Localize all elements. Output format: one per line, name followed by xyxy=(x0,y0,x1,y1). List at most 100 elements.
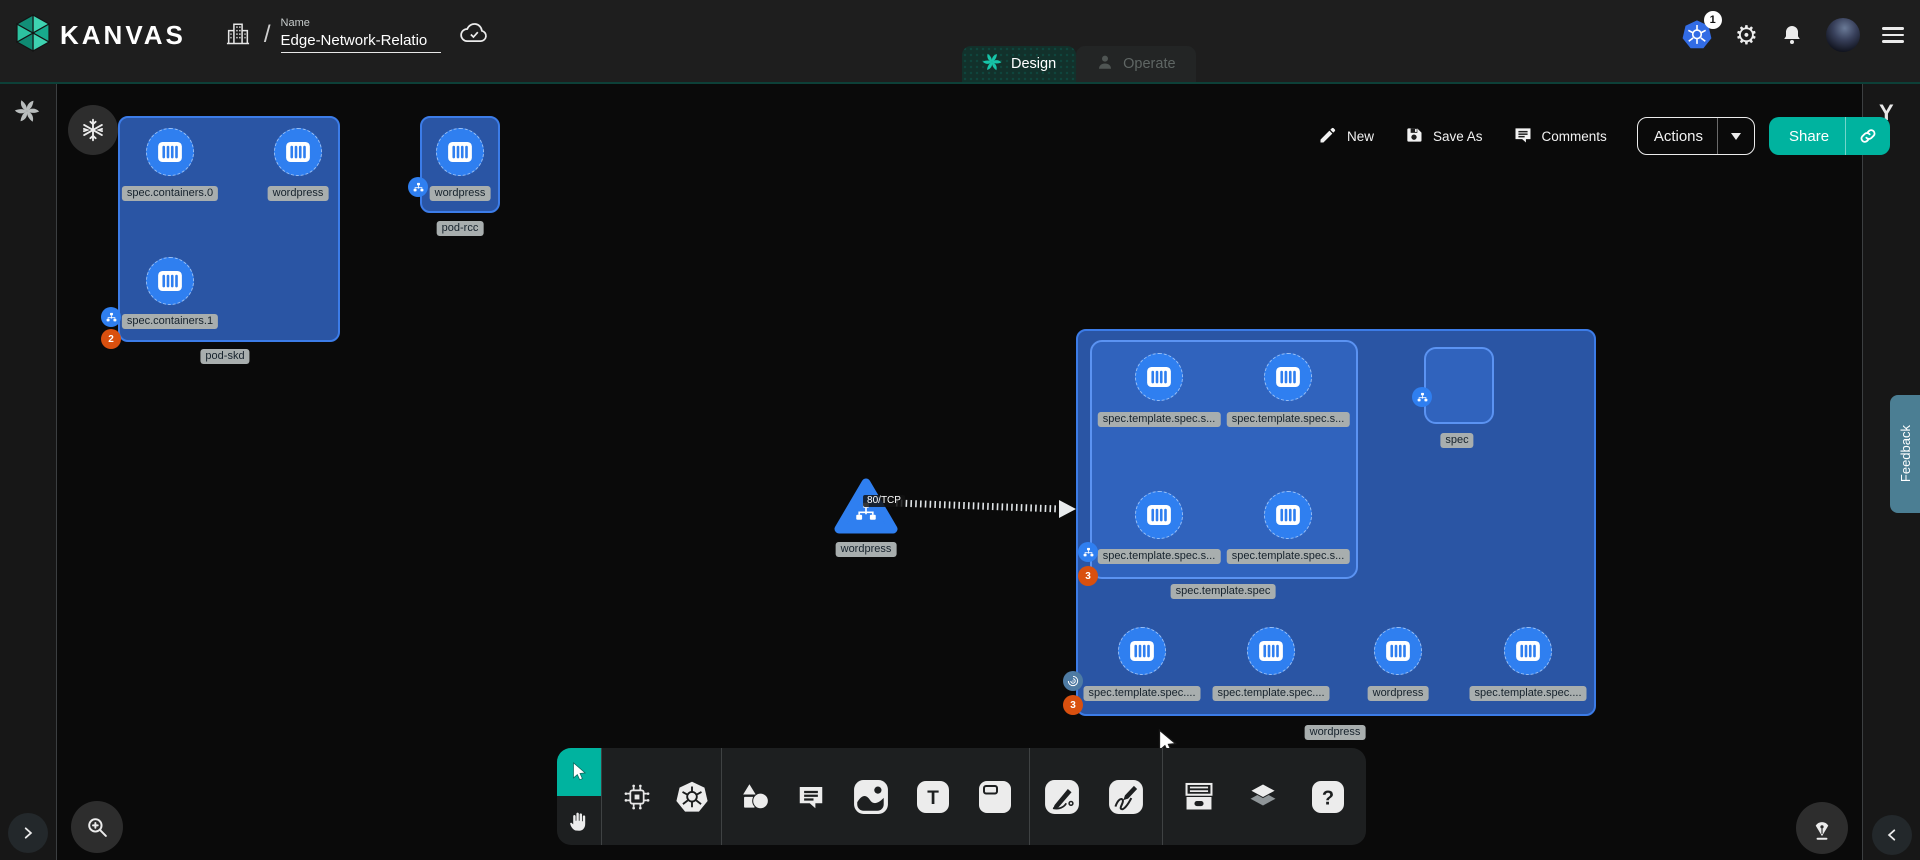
bottom-toolbar: T xyxy=(557,748,1366,845)
node-label: spec.containers.1 xyxy=(122,314,218,329)
container-node[interactable] xyxy=(146,257,194,305)
container-node[interactable] xyxy=(1264,491,1312,539)
share-button[interactable]: Share xyxy=(1769,117,1890,155)
group-label: spec.template.spec xyxy=(1171,584,1276,599)
name-field-label: Name xyxy=(281,17,441,30)
menu-hamburger-icon[interactable] xyxy=(1882,27,1904,43)
comments-button[interactable]: Comments xyxy=(1513,125,1607,148)
collapse-right-panel-button[interactable] xyxy=(1872,815,1912,855)
notifications-bell-icon[interactable] xyxy=(1780,22,1804,48)
count-badge: 2 xyxy=(101,329,121,349)
edge-label: 80/TCP xyxy=(863,495,905,507)
context-count-badge: 1 xyxy=(1704,11,1722,29)
edge xyxy=(888,486,1088,528)
node-label: wordpress xyxy=(268,186,329,201)
feedback-tab[interactable]: Feedback xyxy=(1890,395,1920,513)
save-as-button[interactable]: Save As xyxy=(1404,125,1483,148)
image-icon[interactable] xyxy=(848,774,894,820)
node-label: wordpress xyxy=(430,186,491,201)
pen-tool-icon[interactable] xyxy=(1039,774,1085,820)
zoom-button[interactable] xyxy=(71,801,123,853)
actions-divider xyxy=(1717,118,1718,154)
canvas-group-spec[interactable] xyxy=(1424,347,1494,424)
container-node[interactable] xyxy=(1135,353,1183,401)
kubernetes-icon[interactable] xyxy=(669,774,715,820)
select-tool[interactable] xyxy=(557,748,601,796)
shapes-icon[interactable] xyxy=(731,774,777,820)
drawer-icon[interactable] xyxy=(1176,774,1222,820)
design-name-block: Name xyxy=(281,17,441,53)
text-icon[interactable]: T xyxy=(910,774,956,820)
help-icon[interactable]: ? xyxy=(1305,774,1351,820)
snowflake-button[interactable] xyxy=(68,105,118,155)
container-node[interactable] xyxy=(1135,491,1183,539)
container-node[interactable] xyxy=(146,128,194,176)
layers-icon[interactable] xyxy=(1240,774,1286,820)
design-spiral-icon xyxy=(982,52,1002,76)
organization-icon[interactable] xyxy=(224,19,252,52)
share-handle-icon[interactable] xyxy=(1078,542,1098,562)
comment-bubble-icon xyxy=(1513,125,1533,148)
note-icon[interactable] xyxy=(972,774,1018,820)
avatar[interactable] xyxy=(1826,18,1860,52)
breadcrumb-slash: / xyxy=(264,21,271,49)
floppy-disk-icon xyxy=(1404,125,1424,148)
count-badge: 3 xyxy=(1063,695,1083,715)
tab-design-label: Design xyxy=(1011,56,1056,72)
cloud-saved-icon xyxy=(459,21,489,50)
app-root: KANVAS / Name xyxy=(0,0,1920,860)
share-handle-icon[interactable] xyxy=(408,177,428,197)
container-node[interactable] xyxy=(1264,353,1312,401)
chevron-down-icon[interactable] xyxy=(1731,133,1741,140)
node-label: wordpress xyxy=(836,542,897,557)
mode-tabs: Design Operate xyxy=(962,46,1196,82)
logo-text: KANVAS xyxy=(60,20,186,51)
operate-person-icon xyxy=(1096,53,1114,75)
swirl-badge-icon[interactable] xyxy=(1063,671,1083,691)
tab-operate[interactable]: Operate xyxy=(1076,46,1195,82)
node-label: spec.template.spec.... xyxy=(1470,686,1587,701)
count-badge: 3 xyxy=(1078,566,1098,586)
actions-dropdown-button[interactable]: Actions xyxy=(1637,117,1755,155)
new-button[interactable]: New xyxy=(1318,125,1374,148)
node-label: spec.template.spec.s... xyxy=(1098,549,1221,564)
group-label: pod-rcc xyxy=(437,221,484,236)
container-node[interactable] xyxy=(1247,627,1295,675)
node-label: spec.template.spec.s... xyxy=(1227,549,1350,564)
kanvas-logo[interactable]: KANVAS xyxy=(14,13,186,58)
history-spiral-icon[interactable] xyxy=(14,98,40,124)
copy-link-icon[interactable] xyxy=(1846,126,1890,146)
service-node[interactable] xyxy=(834,477,898,540)
pen-nib-button[interactable] xyxy=(1796,802,1848,854)
canvas-action-bar: New Save As xyxy=(1318,117,1890,155)
scribble-icon[interactable] xyxy=(1103,774,1149,820)
header: KANVAS / Name xyxy=(0,0,1920,84)
group-label: wordpress xyxy=(1305,725,1366,740)
kanvas-gem-icon xyxy=(14,13,52,58)
pan-tool[interactable] xyxy=(557,796,601,845)
pencil-icon xyxy=(1318,125,1338,148)
canvas-group-spec-template-spec[interactable] xyxy=(1090,340,1358,579)
expand-left-panel-button[interactable] xyxy=(8,813,48,853)
svg-text:?: ? xyxy=(1322,788,1334,810)
group-label: spec xyxy=(1440,433,1473,448)
comment-icon[interactable] xyxy=(788,774,834,820)
settings-gear-icon[interactable]: ⚙ xyxy=(1735,22,1758,48)
header-icons: 1 ⚙ xyxy=(1681,0,1904,70)
node-label: spec.containers.0 xyxy=(122,186,218,201)
container-node[interactable] xyxy=(1374,627,1422,675)
container-node[interactable] xyxy=(274,128,322,176)
container-node[interactable] xyxy=(1504,627,1552,675)
container-node[interactable] xyxy=(436,128,484,176)
component-icon[interactable] xyxy=(614,774,660,820)
node-label: spec.template.spec.... xyxy=(1213,686,1330,701)
node-label: spec.template.spec.s... xyxy=(1227,412,1350,427)
kubernetes-context-icon[interactable]: 1 xyxy=(1681,19,1713,51)
svg-text:T: T xyxy=(927,788,939,809)
share-handle-icon[interactable] xyxy=(101,307,121,327)
design-name-input[interactable] xyxy=(281,30,441,53)
share-handle-icon[interactable] xyxy=(1412,387,1432,407)
container-node[interactable] xyxy=(1118,627,1166,675)
tab-design[interactable]: Design xyxy=(962,46,1076,82)
node-label: wordpress xyxy=(1368,686,1429,701)
